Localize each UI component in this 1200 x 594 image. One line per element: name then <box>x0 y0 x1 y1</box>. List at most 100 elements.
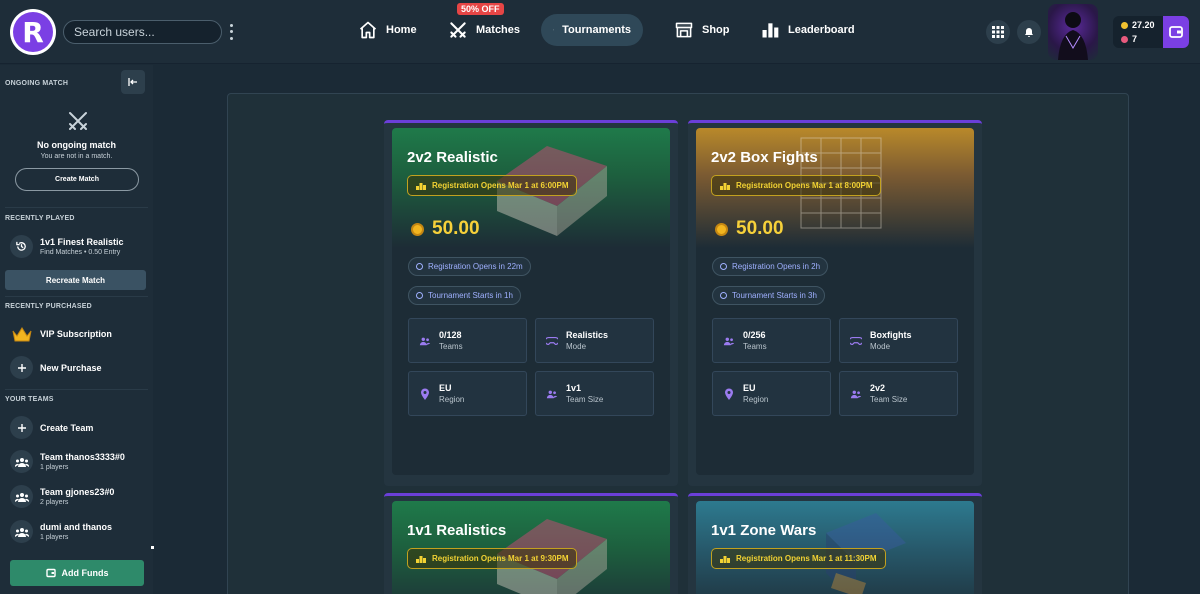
coin-icon <box>411 222 424 236</box>
scrollbar-thumb[interactable] <box>151 546 154 549</box>
clock-icon <box>720 263 727 270</box>
nav-leaderboard-label: Leaderboard <box>788 24 855 36</box>
team-players: 1 players <box>40 464 69 471</box>
team-icon <box>850 390 862 398</box>
recent-match-title: 1v1 Finest Realistic <box>40 237 124 247</box>
gem-balance: 7 <box>1121 34 1137 44</box>
team-name: Team thanos3333#0 <box>40 452 125 462</box>
add-funds-button[interactable]: Add Funds <box>10 560 144 586</box>
nav-tournaments-label: Tournaments <box>562 24 631 36</box>
mode-value: Realistics <box>566 330 609 340</box>
bell-icon <box>1025 28 1033 37</box>
leaderboard-icon <box>762 23 779 38</box>
teams-label: Teams <box>439 342 463 351</box>
nav-matches[interactable]: Matches <box>436 14 532 46</box>
notifications-button[interactable] <box>1017 20 1041 44</box>
trophy-icon <box>553 29 555 31</box>
nav-shop[interactable]: Shop <box>662 14 742 46</box>
wallet-icon <box>1169 26 1183 38</box>
region-value: EU <box>743 383 756 393</box>
shop-icon <box>675 22 693 38</box>
podium-icon <box>720 182 730 190</box>
team-icon <box>10 485 33 508</box>
stat-region: EU Region <box>408 371 527 416</box>
podium-icon <box>416 555 426 563</box>
divider <box>5 207 148 208</box>
tournament-card[interactable]: 1v1 Zone Wars Registration Opens Mar 1 a… <box>688 493 982 594</box>
team-icon <box>546 390 558 398</box>
start-countdown-text: Tournament Starts in 3h <box>732 291 817 300</box>
gem-icon <box>1121 35 1128 43</box>
registration-countdown-text: Registration Opens in 2h <box>732 262 821 271</box>
create-team-label: Create Team <box>40 422 94 433</box>
nav-home[interactable]: Home <box>346 14 429 46</box>
team-item[interactable]: Team gjones23#0 2 players <box>10 485 114 508</box>
tournament-card[interactable]: 2v2 Box Fights Registration Opens Mar 1 … <box>688 120 982 486</box>
recently-played-heading: RECENTLY PLAYED <box>5 215 75 222</box>
nav-leaderboard[interactable]: Leaderboard <box>748 14 867 46</box>
region-label: Region <box>743 395 769 404</box>
collapse-sidebar-button[interactable] <box>121 70 145 94</box>
team-size-value: 2v2 <box>870 383 886 393</box>
grid-icon <box>992 26 1004 38</box>
tournament-title: 1v1 Zone Wars <box>711 522 817 539</box>
vip-subscription-label: VIP Subscription <box>40 328 112 339</box>
tournament-card[interactable]: 2v2 Realistic Registration Opens Mar 1 a… <box>384 120 678 486</box>
gamepad-icon <box>546 336 558 345</box>
clock-icon <box>416 263 423 270</box>
more-options-icon[interactable] <box>225 22 237 42</box>
clock-icon <box>720 292 727 299</box>
region-label: Region <box>439 395 465 404</box>
recent-match-item[interactable]: 1v1 Finest Realistic Find Matches • 0.50… <box>10 235 124 258</box>
create-match-button[interactable]: Create Match <box>15 168 139 191</box>
stat-team-size: 2v2 Team Size <box>839 371 958 416</box>
registration-badge: Registration Opens Mar 1 at 6:00PM <box>407 175 578 196</box>
team-item[interactable]: dumi and thanos 1 players <box>10 520 112 543</box>
apps-button[interactable] <box>986 20 1010 44</box>
new-purchase-item[interactable]: New Purchase <box>10 356 102 379</box>
stat-mode: Realistics Mode <box>535 318 654 363</box>
clock-icon <box>416 292 423 299</box>
wallet-button[interactable] <box>1163 16 1189 48</box>
mode-label: Mode <box>870 342 891 351</box>
team-players: 1 players <box>40 534 69 541</box>
teams-label: Teams <box>743 342 767 351</box>
vip-subscription-item[interactable]: VIP Subscription <box>10 322 112 345</box>
recreate-match-button[interactable]: Recreate Match <box>5 270 146 290</box>
team-icon <box>10 520 33 543</box>
your-teams-heading: YOUR TEAMS <box>5 396 54 403</box>
podium-icon <box>720 555 730 563</box>
recent-match-sub: Find Matches • 0.50 Entry <box>40 249 121 256</box>
start-countdown-text: Tournament Starts in 1h <box>428 291 513 300</box>
registration-text: Registration Opens Mar 1 at 11:30PM <box>736 554 877 563</box>
logo-letter: R <box>13 12 53 52</box>
podium-icon <box>416 182 426 190</box>
registration-countdown: Registration Opens in 22m <box>408 257 531 276</box>
stat-team-size: 1v1 Team Size <box>535 371 654 416</box>
nav-matches-label: Matches <box>476 24 521 36</box>
plus-icon <box>10 416 33 439</box>
nav-home-label: Home <box>386 24 417 36</box>
region-value: EU <box>439 383 452 393</box>
teams-value: 0/256 <box>743 330 766 340</box>
create-team-item[interactable]: Create Team <box>10 416 93 439</box>
promo-badge: 50% OFF <box>457 3 504 15</box>
avatar[interactable] <box>1048 4 1098 60</box>
registration-badge: Registration Opens Mar 1 at 9:30PM <box>407 548 578 569</box>
search-input[interactable] <box>63 20 222 44</box>
divider <box>5 296 148 297</box>
new-purchase-label: New Purchase <box>40 362 102 373</box>
crossed-swords-icon <box>450 22 466 38</box>
tournament-title: 2v2 Box Fights <box>711 149 818 166</box>
tournament-card[interactable]: 1v1 Realistics Registration Opens Mar 1 … <box>384 493 678 594</box>
nav-tournaments[interactable]: Tournaments <box>541 14 643 46</box>
ongoing-match-heading: ONGOING MATCH <box>5 80 69 87</box>
team-size-value: 1v1 <box>566 383 582 393</box>
team-item[interactable]: Team thanos3333#0 1 players <box>10 450 125 473</box>
registration-text: Registration Opens Mar 1 at 8:00PM <box>736 181 873 190</box>
top-header: R Home Matches 50% OFF Tournaments Shop … <box>0 0 1200 64</box>
sidebar: ONGOING MATCH No ongoing match You are n… <box>0 65 154 594</box>
divider <box>5 389 148 390</box>
logo[interactable]: R <box>10 9 56 55</box>
recently-purchased-heading: RECENTLY PURCHASED <box>5 303 92 310</box>
